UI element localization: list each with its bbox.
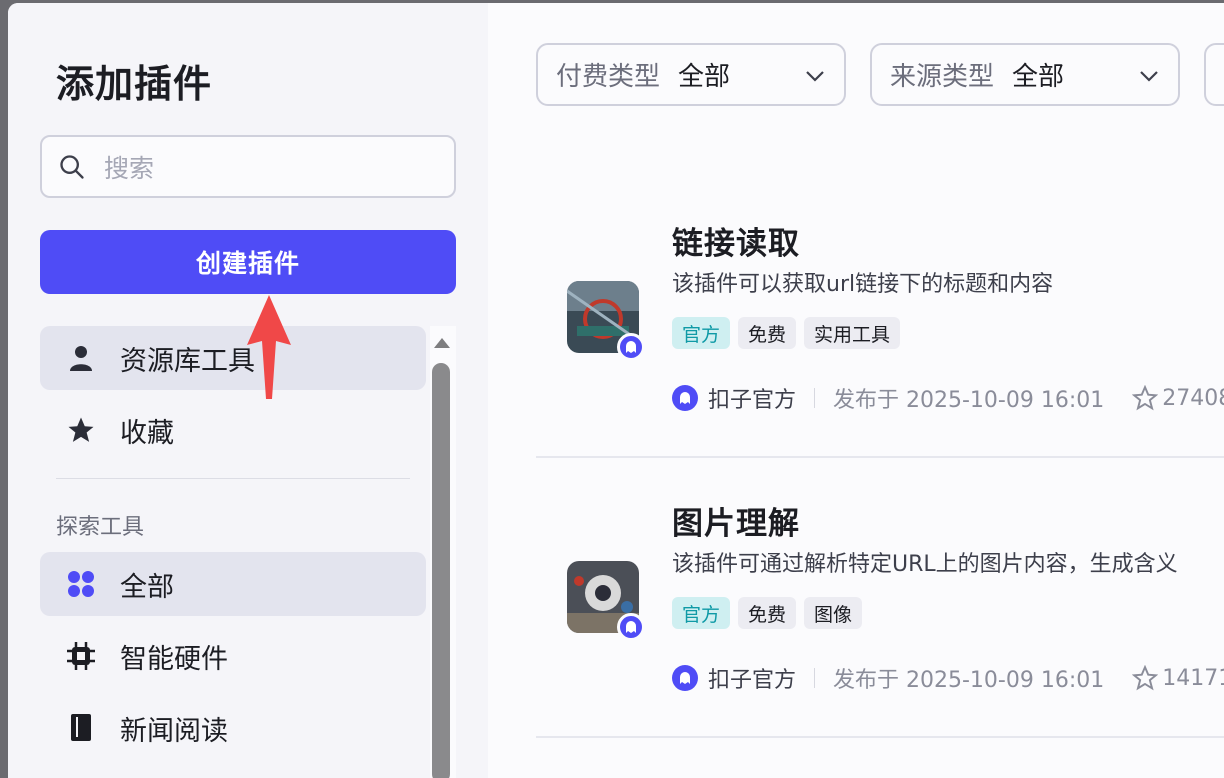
favorite-star-icon[interactable] — [1132, 665, 1159, 691]
sidebar-item-label: 全部 — [120, 571, 174, 603]
plugin-meta: 扣子官方 发布于 2025-10-09 16:01 14171 — [672, 662, 1224, 694]
sidebar-item-label: 新闻阅读 — [120, 715, 228, 747]
tag-category: 图像 — [804, 597, 863, 629]
sidebar-item-label: 智能硬件 — [120, 643, 228, 675]
plugin-card[interactable]: 链接读取 该插件可以获取url链接下的标题和内容 官方 免费 实用工具 扣子官方… — [536, 178, 1224, 458]
publish-date: 发布于 2025-10-09 16:01 — [833, 668, 1105, 693]
plugin-card[interactable]: 图片理解 该插件可通过解析特定URL上的图片内容，生成含义 官方 免费 图像 扣… — [536, 458, 1224, 738]
search-placeholder: 搜索 — [104, 153, 155, 183]
star-icon — [66, 415, 96, 445]
sidebar-item-all[interactable]: 全部 — [40, 552, 426, 616]
grid-icon — [66, 569, 96, 599]
sidebar-item-label: 收藏 — [120, 417, 174, 449]
sidebar-item-news-reading[interactable]: 新闻阅读 — [40, 696, 426, 760]
plugin-meta: 扣子官方 发布于 2025-10-09 16:01 27408 — [672, 382, 1224, 414]
author-avatar-icon — [672, 665, 698, 691]
tag-free: 免费 — [738, 597, 797, 629]
sidebar-item-smart-hardware[interactable]: 智能硬件 — [40, 624, 426, 688]
chevron-down-icon — [1140, 71, 1158, 82]
plugin-name: 链接读取 — [672, 226, 800, 262]
sidebar-item-library-tools[interactable]: 资源库工具 — [40, 326, 426, 390]
plugin-tags: 官方 免费 实用工具 — [672, 317, 901, 349]
chip-icon — [66, 641, 96, 671]
sidebar: 添加插件 搜索 创建插件 资源库工具 收藏 探索工具 全部 智能硬件 新闻阅读 — [8, 3, 488, 778]
sidebar-item-label: 资源库工具 — [120, 345, 255, 377]
search-input[interactable]: 搜索 — [40, 135, 456, 198]
meta-divider — [814, 668, 816, 688]
create-plugin-button[interactable]: 创建插件 — [40, 230, 456, 294]
plugin-tags: 官方 免费 图像 — [672, 597, 863, 629]
search-icon — [60, 154, 84, 179]
publish-date: 发布于 2025-10-09 16:01 — [833, 388, 1105, 413]
chevron-down-icon — [806, 71, 824, 82]
filter-label: 付费类型 — [556, 62, 661, 92]
plugin-description: 该插件可通过解析特定URL上的图片内容，生成含义 — [672, 552, 1178, 577]
tag-category: 实用工具 — [804, 317, 901, 349]
ghost-badge-icon — [617, 333, 645, 361]
dialog-title: 添加插件 — [56, 62, 213, 106]
card-separator — [536, 736, 1224, 738]
scroll-up-arrow-icon[interactable] — [434, 338, 450, 348]
favorite-star-icon[interactable] — [1132, 385, 1159, 411]
user-icon — [66, 343, 96, 373]
favorite-count: 27408 — [1162, 385, 1224, 411]
tag-official: 官方 — [672, 317, 731, 349]
meta-divider — [814, 388, 816, 408]
sidebar-divider — [56, 478, 410, 479]
favorite-count: 14171 — [1162, 665, 1224, 691]
book-icon — [66, 713, 96, 743]
payment-type-filter[interactable]: 付费类型 全部 — [536, 43, 846, 106]
more-filter[interactable] — [1204, 43, 1224, 106]
annotation-arrow-icon — [247, 295, 291, 399]
scrollbar-thumb[interactable] — [432, 363, 450, 778]
author-name: 扣子官方 — [708, 668, 797, 693]
plugin-name: 图片理解 — [672, 506, 800, 542]
tag-free: 免费 — [738, 317, 797, 349]
author-avatar-icon — [672, 385, 698, 411]
filter-label: 来源类型 — [890, 62, 995, 92]
plugin-description: 该插件可以获取url链接下的标题和内容 — [672, 272, 1054, 297]
explore-section-label: 探索工具 — [56, 515, 145, 540]
sidebar-item-favorites[interactable]: 收藏 — [40, 398, 426, 462]
filter-value: 全部 — [678, 62, 731, 92]
author-name: 扣子官方 — [708, 388, 797, 413]
source-type-filter[interactable]: 来源类型 全部 — [870, 43, 1180, 106]
ghost-badge-icon — [617, 613, 645, 641]
add-plugin-dialog: 添加插件 搜索 创建插件 资源库工具 收藏 探索工具 全部 智能硬件 新闻阅读 … — [8, 3, 1224, 778]
filter-value: 全部 — [1012, 62, 1065, 92]
tag-official: 官方 — [672, 597, 731, 629]
